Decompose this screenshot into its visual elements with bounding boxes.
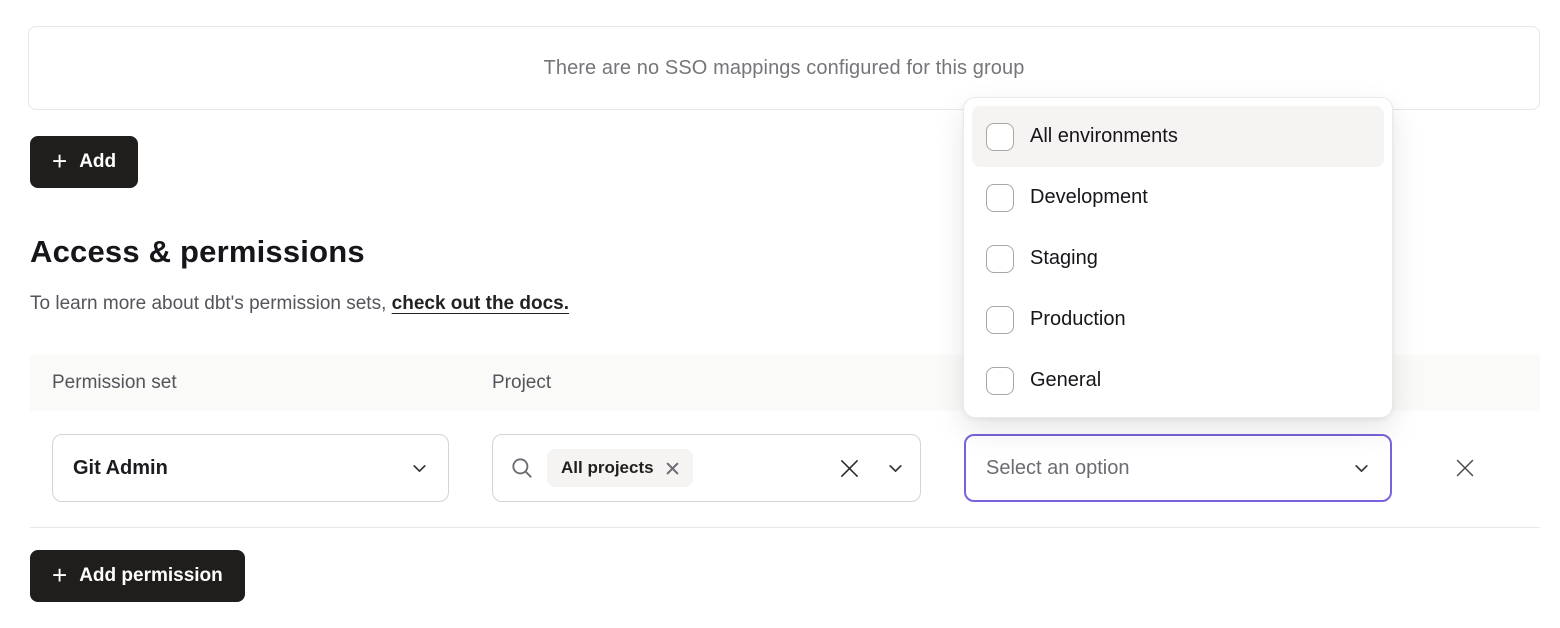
selected-project-label: All projects	[561, 458, 654, 478]
sso-empty-message: There are no SSO mappings configured for…	[544, 57, 1025, 80]
dropdown-item-label: Staging	[1030, 247, 1098, 270]
chevron-down-icon	[411, 460, 428, 477]
dropdown-item-general[interactable]: General	[972, 350, 1384, 411]
chevron-down-icon	[1353, 460, 1370, 477]
row-divider	[30, 527, 1540, 528]
checkbox[interactable]	[986, 306, 1014, 334]
column-header-permission-set: Permission set	[52, 372, 177, 394]
selected-project-tag: All projects	[547, 449, 693, 487]
add-sso-mapping-button[interactable]: + Add	[30, 136, 138, 188]
environment-dropdown-menu: All environments Development Staging Pro…	[963, 97, 1393, 418]
remove-permission-row-icon[interactable]	[1453, 456, 1477, 480]
add-permission-label: Add permission	[79, 565, 223, 587]
page-title: Access & permissions	[30, 234, 365, 270]
column-header-project: Project	[492, 372, 551, 394]
environment-select[interactable]: Select an option	[964, 434, 1392, 502]
dropdown-item-label: Production	[1030, 308, 1126, 331]
dropdown-item-staging[interactable]: Staging	[972, 228, 1384, 289]
project-multiselect[interactable]: All projects	[492, 434, 921, 502]
section-description: To learn more about dbt's permission set…	[30, 293, 569, 315]
dropdown-item-label: All environments	[1030, 125, 1178, 148]
checkbox[interactable]	[986, 367, 1014, 395]
clear-selection-icon[interactable]	[838, 457, 861, 480]
plus-icon: +	[52, 148, 67, 174]
remove-tag-icon[interactable]	[666, 462, 679, 475]
dropdown-item-development[interactable]: Development	[972, 167, 1384, 228]
dropdown-item-label: Development	[1030, 186, 1148, 209]
environment-placeholder: Select an option	[986, 457, 1353, 480]
description-text: To learn more about dbt's permission set…	[30, 293, 386, 314]
chevron-down-icon[interactable]	[887, 460, 904, 477]
dropdown-item-all-environments[interactable]: All environments	[972, 106, 1384, 167]
plus-icon: +	[52, 562, 67, 588]
checkbox[interactable]	[986, 123, 1014, 151]
dropdown-item-label: General	[1030, 369, 1101, 392]
dropdown-item-production[interactable]: Production	[972, 289, 1384, 350]
permission-set-value: Git Admin	[73, 457, 411, 480]
permission-set-select[interactable]: Git Admin	[52, 434, 449, 502]
docs-link[interactable]: check out the docs.	[392, 293, 569, 314]
search-icon	[509, 455, 535, 481]
checkbox[interactable]	[986, 245, 1014, 273]
add-permission-button[interactable]: + Add permission	[30, 550, 245, 602]
add-button-label: Add	[79, 151, 116, 173]
checkbox[interactable]	[986, 184, 1014, 212]
